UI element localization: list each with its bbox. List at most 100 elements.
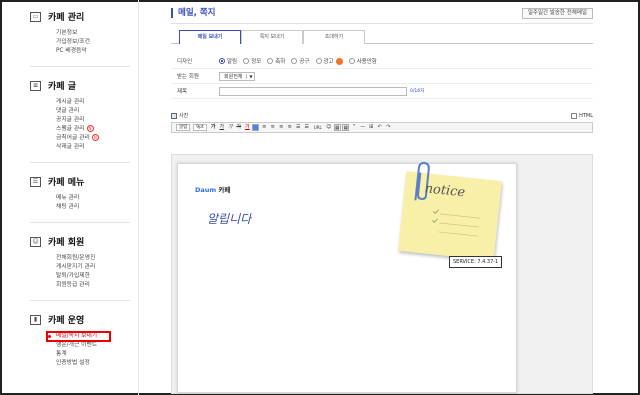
- radio-dot: [315, 58, 322, 64]
- sidebar-item-comments[interactable]: 댓글 관리: [56, 107, 130, 116]
- bg-color-button[interactable]: [252, 124, 260, 131]
- sidebar-item-send-mail[interactable]: 메일/쪽지 보내기: [46, 331, 130, 342]
- radio-label: 축하: [275, 59, 286, 65]
- tab-bar: 메일 보내기 쪽지 보내기 초대하기: [171, 30, 593, 44]
- insert-table-button[interactable]: ⊞: [368, 124, 375, 131]
- numbered-list-button[interactable]: ☰: [303, 124, 310, 131]
- sidebar-item-menu-manage[interactable]: 메뉴 관리: [56, 194, 130, 203]
- redo-button[interactable]: ↷: [385, 124, 392, 131]
- sidebar-item-posts[interactable]: 게시글 관리: [56, 98, 130, 107]
- sidebar-section-cafe-operation: ▮ 카페 운영 메일/쪽지 보내기 행운/개근 이벤트 통계 인증방법 설정: [30, 313, 130, 378]
- font-family-select[interactable]: 굴림: [176, 124, 191, 131]
- section-title: 카페 글: [48, 82, 76, 92]
- subject-char-count: 0/16자: [410, 89, 425, 94]
- align-justify-button[interactable]: ≡: [286, 124, 293, 131]
- mail-template-paper: Daum 카페 알립니다 notice SERVICE: 7.4.37-1: [177, 162, 517, 393]
- sidebar-item-auth[interactable]: 인증방법 설정: [56, 359, 130, 368]
- sidebar-divider: [138, 0, 139, 395]
- html-label: HTML: [579, 112, 593, 119]
- note-checklist-icon: [432, 209, 480, 237]
- strikethrough-button[interactable]: 가: [235, 124, 242, 131]
- sidebar-item-chat-manage[interactable]: 채팅 관리: [56, 203, 130, 212]
- title-row: 메일, 쪽지 일주일간 발송한 전체메일: [171, 8, 593, 24]
- design-radio-congrats[interactable]: 축하: [267, 57, 285, 65]
- sidebar-item-member-grade[interactable]: 회원등급 관리: [56, 281, 130, 290]
- align-right-button[interactable]: ≡: [278, 124, 285, 131]
- section-title: 카페 관리: [48, 13, 85, 23]
- sidebar-item-board-keepers[interactable]: 게시판지기 관리: [56, 263, 130, 272]
- link-button[interactable]: URL: [312, 124, 324, 131]
- subject-row: 제목 0/16자: [171, 84, 593, 99]
- bold-button[interactable]: 가: [210, 124, 217, 131]
- list-button[interactable]: ☰: [295, 124, 302, 131]
- sidebar-item-label: 스팸글 관리: [56, 126, 85, 132]
- radio-label: 광고: [323, 59, 334, 65]
- undo-button[interactable]: ↶: [376, 124, 383, 131]
- sidebar-item-event[interactable]: 행운/개근 이벤트: [56, 341, 130, 350]
- html-toggle[interactable]: HTML: [571, 112, 593, 119]
- section-title: 카페 회원: [48, 238, 85, 248]
- sticky-note: notice: [398, 162, 502, 261]
- bar-chart-icon: ▮: [30, 314, 41, 325]
- browser-window-icon: ▭: [30, 11, 41, 22]
- sidebar-section-cafe-posts: ≡ 카페 글 게시글 관리 댓글 관리 공지글 관리 스팸글 관리 N 금칙어글 관…: [30, 79, 130, 163]
- sidebar-item-spam[interactable]: 스팸글 관리 N: [56, 125, 130, 134]
- recipient-label: 받는 회원: [177, 74, 199, 80]
- mail-form: 디자인 알림 정모 축하 공구 광고 사용안함 받는 회원 회원전체 ▼ 제목 0…: [171, 54, 593, 99]
- emoticon-button[interactable]: ☺: [325, 124, 332, 131]
- menu-list-icon: ☰: [30, 176, 41, 187]
- section-title: 카페 메뉴: [48, 178, 85, 188]
- active-bullet-icon: [48, 335, 51, 338]
- tab-send-note[interactable]: 쪽지 보내기: [241, 30, 303, 44]
- html-checkbox[interactable]: [571, 112, 578, 119]
- sidebar-section-cafe-members: ☺ 카페 회원 전체회원/운영진 게시판지기 관리 탈퇴/가입제한 회원등급 관리: [30, 235, 130, 301]
- sidebar-item-banned-words[interactable]: 금칙어글 관리 N: [56, 134, 130, 143]
- member-card-icon: ☺: [30, 236, 41, 247]
- new-badge: N: [91, 134, 99, 141]
- horizontal-line-button[interactable]: —: [359, 124, 366, 131]
- sidebar-item-notices[interactable]: 공지글 관리: [56, 116, 130, 125]
- sidebar-section-cafe-menu: ☰ 카페 메뉴 메뉴 관리 채팅 관리: [30, 175, 130, 223]
- editor-area[interactable]: Daum 카페 알립니다 notice SERVICE: 7.4.37-1: [171, 154, 593, 394]
- main-content: 메일, 쪽지 일주일간 발송한 전체메일 메일 보내기 쪽지 보내기 초대하기 …: [171, 8, 593, 394]
- subject-input[interactable]: [219, 86, 407, 96]
- photo-label: 사진: [179, 113, 189, 119]
- quote-button[interactable]: ": [351, 124, 358, 131]
- sidebar-item-bgm[interactable]: PC 배경음악: [56, 47, 130, 56]
- recipient-select[interactable]: 회원전체 ▼: [219, 71, 256, 81]
- photo-attach-button[interactable]: 사진: [171, 112, 188, 119]
- editor-toolbar: 굴림 9pt 가 가 가 가 가 ≡ ≡ ≡ ≡ ☰ ☰ URL ☺ ▦ ▦ "…: [171, 122, 593, 133]
- radio-label: 알림: [227, 59, 238, 65]
- design-radio-none[interactable]: 사용안함: [348, 57, 377, 65]
- design-radio-meeting[interactable]: 정모: [243, 57, 261, 65]
- sent-mail-history-button[interactable]: 일주일간 발송한 전체메일: [521, 8, 593, 19]
- sidebar-item-join-info[interactable]: 가입정보/조건: [56, 38, 130, 47]
- font-size-select[interactable]: 9pt: [193, 124, 207, 131]
- design-label: 디자인: [177, 59, 193, 65]
- daum-cafe-logo: Daum 카페: [195, 184, 230, 194]
- radio-label: 공구: [299, 59, 310, 65]
- sidebar-item-join-limit[interactable]: 탈퇴/가입제한: [56, 272, 130, 281]
- align-center-button[interactable]: ≡: [269, 124, 276, 131]
- radio-dot: [291, 58, 298, 64]
- design-radio-groupbuy[interactable]: 공구: [291, 57, 310, 65]
- design-radio-ad[interactable]: 광고: [315, 57, 343, 65]
- tab-send-mail[interactable]: 메일 보내기: [179, 30, 241, 44]
- radio-dot: [219, 58, 225, 64]
- tab-invite[interactable]: 초대하기: [303, 30, 365, 44]
- underline-button[interactable]: 가: [218, 124, 225, 131]
- sidebar-item-label: 금칙어글 관리: [56, 135, 90, 141]
- info-badge-icon: [335, 57, 343, 65]
- font-color-button[interactable]: 가: [244, 124, 251, 131]
- service-version-tooltip: SERVICE: 7.4.37-1: [449, 256, 503, 268]
- new-badge: N: [86, 125, 94, 132]
- align-left-button[interactable]: ≡: [261, 124, 268, 131]
- sidebar-item-basic-info[interactable]: 기본정보: [56, 29, 130, 38]
- design-radio-notice[interactable]: 알림: [219, 57, 237, 65]
- table-button[interactable]: ▦: [333, 124, 341, 131]
- sidebar-item-deleted[interactable]: 삭제글 관리: [56, 143, 130, 152]
- image-button[interactable]: ▦: [342, 124, 350, 131]
- sidebar-item-all-members[interactable]: 전체회원/운영진: [56, 254, 130, 263]
- italic-button[interactable]: 가: [227, 124, 234, 131]
- sidebar-item-stats[interactable]: 통계: [56, 350, 130, 359]
